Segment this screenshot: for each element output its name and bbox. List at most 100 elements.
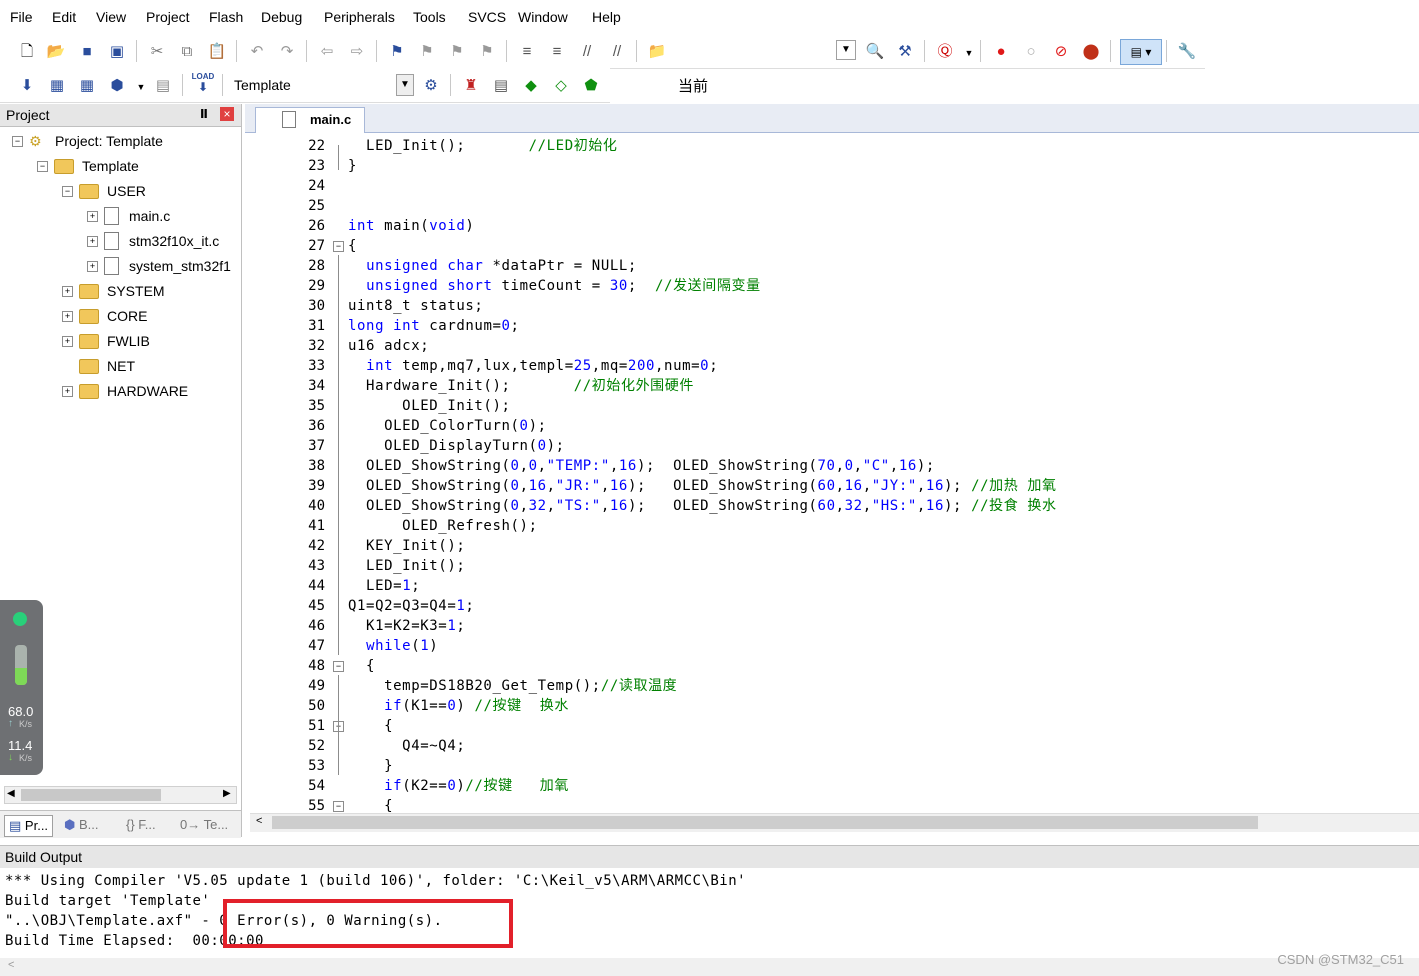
stop-build-icon[interactable]: ▤ (152, 74, 174, 96)
tree-item-core[interactable]: + CORE (62, 305, 147, 327)
collapse-icon[interactable]: − (37, 160, 48, 172)
batch-build-icon[interactable]: ⬢ (106, 74, 128, 96)
expand-icon[interactable]: + (62, 285, 73, 297)
collapse-icon[interactable]: − (62, 185, 73, 197)
fold-toggle-icon[interactable]: − (333, 801, 344, 812)
tab-project[interactable]: ▤ Pr... (4, 815, 54, 837)
tree-item-net[interactable]: NET (62, 355, 135, 377)
clear-bookmarks-icon[interactable]: ⚑ (476, 40, 498, 62)
scroll-thumb[interactable] (21, 789, 161, 801)
save-all-icon[interactable]: ▣ (106, 40, 128, 62)
tree-item-system[interactable]: + SYSTEM (62, 280, 165, 302)
chevron-down-icon[interactable]: ▼ (396, 74, 414, 96)
pack-installer-icon[interactable]: ◆ (520, 74, 542, 96)
scroll-thumb[interactable] (272, 816, 1258, 829)
menu-flash[interactable]: Flash (209, 9, 243, 25)
menu-edit[interactable]: Edit (52, 9, 76, 25)
paste-icon[interactable]: 📋 (206, 40, 228, 62)
incremental-find-icon[interactable]: ⚒ (894, 40, 916, 62)
tree-item-user[interactable]: − USER (62, 180, 146, 202)
nav-forward-icon[interactable]: ⇨ (346, 40, 368, 62)
undo-icon[interactable]: ↶ (246, 40, 268, 62)
build-output-hscrollbar[interactable]: < (0, 958, 1419, 976)
menu-window[interactable]: Window (518, 9, 568, 25)
next-bookmark-icon[interactable]: ⚑ (446, 40, 468, 62)
tab-functions[interactable]: {} F... (126, 815, 156, 835)
menu-view[interactable]: View (96, 9, 126, 25)
debug-session-icon[interactable]: Ⓠ (934, 40, 956, 62)
uncomment-icon[interactable]: // (606, 40, 628, 62)
fold-toggle-icon[interactable]: − (333, 241, 344, 252)
debug-dropdown-icon[interactable]: ▼ (958, 42, 980, 64)
tree-item-stm32f10x-it-c[interactable]: + stm32f10x_it.c (87, 230, 219, 252)
cut-icon[interactable]: ✂ (146, 40, 168, 62)
project-hscrollbar[interactable]: ◀ ▶ (4, 786, 237, 804)
expand-icon[interactable]: + (87, 210, 98, 222)
tab-templates[interactable]: 0→ Te... (180, 815, 228, 835)
target-select[interactable]: Template ▼ (228, 74, 414, 96)
fold-toggle-icon[interactable]: − (333, 661, 344, 672)
translate-icon[interactable]: ⬇ (16, 74, 38, 96)
disable-all-breakpoints-icon[interactable]: ⊘ (1050, 40, 1072, 62)
redo-icon[interactable]: ↷ (276, 40, 298, 62)
close-icon[interactable]: × (220, 107, 234, 121)
find-icon[interactable]: 🔍 (864, 40, 886, 62)
save-icon[interactable]: ■ (76, 40, 98, 62)
scroll-left-icon[interactable]: < (8, 959, 14, 971)
find-combo-dropdown[interactable]: ▼ (836, 40, 856, 60)
menu-tools[interactable]: Tools (413, 9, 446, 25)
file-extensions-icon[interactable]: ♜ (460, 74, 482, 96)
new-file-icon[interactable]: 🗋 (16, 40, 38, 62)
find-in-files-icon[interactable]: 📁 (646, 40, 668, 62)
menu-help[interactable]: Help (592, 9, 621, 25)
menu-project[interactable]: Project (146, 9, 190, 25)
select-packs-icon[interactable]: ◇ (550, 74, 572, 96)
code-area[interactable]: LED_Init(); //LED初始化} int main(void) { uns… (348, 133, 1418, 813)
scroll-right-icon[interactable]: ▶ (223, 788, 231, 799)
load-download-icon[interactable]: LOAD ⬇ (192, 72, 215, 94)
rebuild-icon[interactable]: ▦ (76, 74, 98, 96)
scroll-left-icon[interactable]: < (256, 815, 262, 827)
prev-bookmark-icon[interactable]: ⚑ (416, 40, 438, 62)
kill-breakpoints-icon[interactable]: ⬤ (1080, 40, 1102, 62)
menu-debug[interactable]: Debug (261, 9, 302, 25)
menu-svcs[interactable]: SVCS (468, 9, 506, 25)
collapse-icon[interactable]: − (12, 135, 23, 147)
pin-icon[interactable]: Ⅱ (200, 107, 208, 121)
line-number: 48 (308, 658, 325, 674)
disable-breakpoint-icon[interactable]: ○ (1020, 40, 1042, 62)
expand-icon[interactable]: + (62, 385, 73, 397)
target-options-icon[interactable]: ⚙ (420, 74, 442, 96)
tree-item-main-c[interactable]: + main.c (87, 205, 170, 227)
bookmark-icon[interactable]: ⚑ (386, 40, 408, 62)
indent-icon[interactable]: ≡ (516, 40, 538, 62)
scroll-left-icon[interactable]: ◀ (7, 788, 15, 799)
expand-icon[interactable]: + (87, 235, 98, 247)
copy-icon[interactable]: ⧉ (176, 40, 198, 62)
expand-icon[interactable]: + (62, 310, 73, 322)
breakpoint-icon[interactable]: ● (990, 40, 1012, 62)
menu-peripherals[interactable]: Peripherals (324, 9, 395, 25)
open-file-icon[interactable]: 📂 (45, 40, 67, 62)
tab-main-c[interactable]: main.c (255, 107, 365, 133)
expand-icon[interactable]: + (62, 335, 73, 347)
editor-hscrollbar[interactable]: < (250, 813, 1419, 832)
separator (1110, 40, 1111, 62)
build-icon[interactable]: ▦ (46, 74, 68, 96)
run-time-environment-icon[interactable]: ⬟ (580, 74, 602, 96)
window-layout-icon[interactable]: ▤ ▾ (1120, 39, 1162, 65)
tab-books[interactable]: ⬢ B... (64, 815, 99, 835)
tree-item-project-template[interactable]: − ⚙ Project: Template (12, 130, 163, 152)
nav-back-icon[interactable]: ⇦ (316, 40, 338, 62)
menu-file[interactable]: File (10, 9, 33, 25)
manage-project-items-icon[interactable]: ▤ (490, 74, 512, 96)
configure-icon[interactable]: 🔧 (1176, 40, 1198, 62)
tree-item-template[interactable]: − Template (37, 155, 139, 177)
expand-icon[interactable]: + (87, 260, 98, 272)
tree-item-system-stm32f1[interactable]: + system_stm32f1 (87, 255, 231, 277)
batch-build-dropdown-icon[interactable]: ▼ (130, 76, 152, 98)
unindent-icon[interactable]: ≡ (546, 40, 568, 62)
tree-item-hardware[interactable]: + HARDWARE (62, 380, 188, 402)
comment-icon[interactable]: // (576, 40, 598, 62)
tree-item-fwlib[interactable]: + FWLIB (62, 330, 150, 352)
